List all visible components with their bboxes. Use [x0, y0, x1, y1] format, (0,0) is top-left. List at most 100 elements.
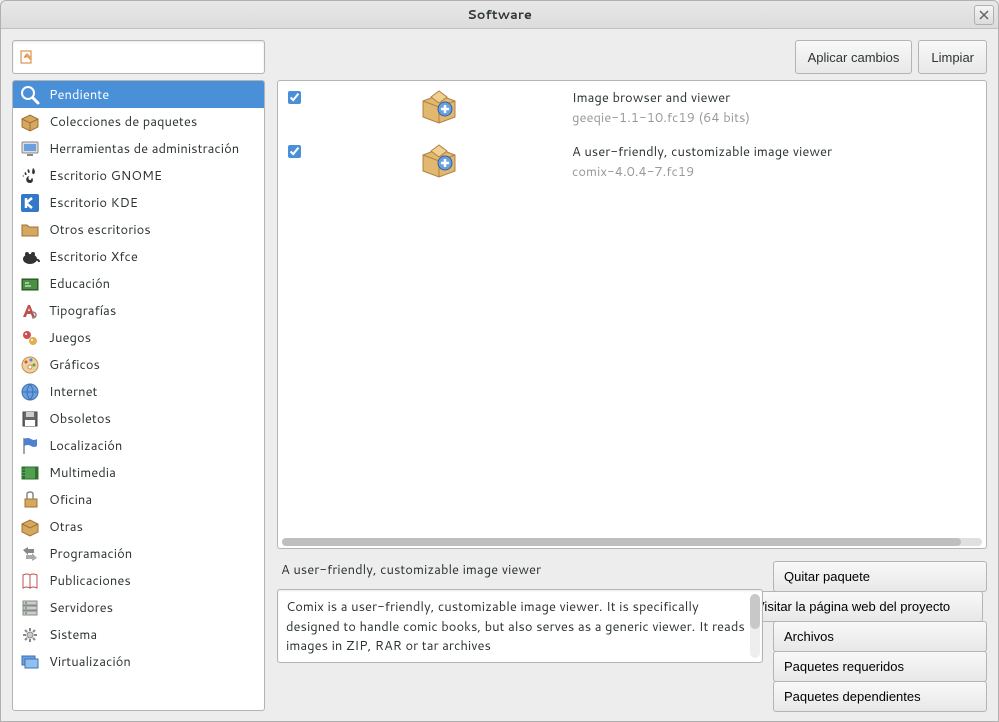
sidebar-item-box[interactable]: Colecciones de paquetes	[13, 108, 264, 135]
sidebar-item-label: Publicaciones	[49, 572, 131, 590]
scrollbar-thumb[interactable]	[282, 538, 961, 546]
sidebar-item-book[interactable]: Publicaciones	[13, 567, 264, 594]
package-checkbox[interactable]	[288, 143, 306, 163]
sidebar-item-graphics[interactable]: Gráficos	[13, 351, 264, 378]
package-list[interactable]: Image browser and viewer geeqie-1.1-10.f…	[277, 80, 987, 549]
sidebar-item-flag[interactable]: Localización	[13, 432, 264, 459]
detail-title: A user-friendly, customizable image view…	[277, 561, 763, 579]
sidebar-item-label: Gráficos	[49, 356, 100, 374]
package-row[interactable]: Image browser and viewer geeqie-1.1-10.f…	[278, 81, 986, 135]
flag-icon	[19, 435, 41, 457]
sidebar-item-dev[interactable]: Programación	[13, 540, 264, 567]
font-icon	[19, 300, 41, 322]
sidebar-item-other[interactable]: Otras	[13, 513, 264, 540]
sidebar-item-search[interactable]: Pendiente	[13, 81, 264, 108]
horizontal-scrollbar[interactable]	[282, 538, 982, 546]
sidebar-item-internet[interactable]: Internet	[13, 378, 264, 405]
detail-panel: A user-friendly, customizable image view…	[277, 561, 987, 711]
search-icon	[19, 84, 41, 106]
sidebar-item-label: Programación	[49, 545, 132, 563]
sidebar-item-label: Educación	[49, 275, 110, 293]
sidebar-item-label: Localización	[49, 437, 122, 455]
apply-changes-button[interactable]: Aplicar cambios	[795, 40, 913, 74]
detail-actions: Quitar paquete Visitar la página web del…	[773, 561, 987, 711]
sidebar-item-label: Escritorio KDE	[49, 194, 138, 212]
sidebar-item-label: Internet	[49, 383, 97, 401]
package-version: geeqie-1.1-10.fc19 (64 bits)	[572, 109, 976, 127]
gnome-icon	[19, 165, 41, 187]
main-panel: Aplicar cambios Limpiar Image browser an…	[275, 29, 998, 722]
sidebar-item-education[interactable]: Educación	[13, 270, 264, 297]
sidebar-item-label: Otros escritorios	[49, 221, 151, 239]
sidebar-item-label: Virtualización	[49, 653, 131, 671]
search-input[interactable]	[12, 40, 265, 74]
required-packages-button[interactable]: Paquetes requeridos	[773, 651, 987, 682]
sidebar-item-label: Herramientas de administración	[49, 140, 239, 158]
detail-body-text: Comix is a user-friendly, customizable i…	[286, 598, 745, 655]
titlebar: Software	[1, 1, 998, 29]
sidebar-item-label: Multimedia	[49, 464, 116, 482]
internet-icon	[19, 381, 41, 403]
sidebar-item-kde[interactable]: Escritorio KDE	[13, 189, 264, 216]
files-button[interactable]: Archivos	[773, 621, 987, 652]
scrollbar-thumb[interactable]	[750, 594, 760, 629]
virtual-icon	[19, 651, 41, 673]
remove-package-button[interactable]: Quitar paquete	[773, 561, 987, 592]
games-icon	[19, 327, 41, 349]
sidebar-item-label: Tipografías	[49, 302, 116, 320]
sidebar-item-label: Servidores	[49, 599, 113, 617]
xfce-icon	[19, 246, 41, 268]
other-icon	[19, 516, 41, 538]
window-title: Software	[467, 6, 532, 24]
clear-button[interactable]: Limpiar	[918, 40, 987, 74]
sidebar-item-multimedia[interactable]: Multimedia	[13, 459, 264, 486]
office-icon	[19, 489, 41, 511]
graphics-icon	[19, 354, 41, 376]
sidebar-item-monitor[interactable]: Herramientas de administración	[13, 135, 264, 162]
package-version: comix-4.0.4-7.fc19	[572, 163, 976, 181]
sidebar-item-virtual[interactable]: Virtualización	[13, 648, 264, 675]
vertical-scrollbar[interactable]	[750, 594, 760, 658]
folder-icon	[19, 219, 41, 241]
package-icon	[314, 89, 564, 125]
sidebar-item-gnome[interactable]: Escritorio GNOME	[13, 162, 264, 189]
close-button[interactable]	[974, 5, 994, 25]
sidebar-item-server[interactable]: Servidores	[13, 594, 264, 621]
box-icon	[19, 111, 41, 133]
visit-project-button[interactable]: Visitar la página web del proyecto	[745, 591, 983, 622]
category-list[interactable]: Pendiente Colecciones de paquetes Herramie…	[12, 80, 265, 711]
sidebar-item-floppy[interactable]: Obsoletos	[13, 405, 264, 432]
sidebar: Pendiente Colecciones de paquetes Herramie…	[1, 29, 275, 722]
package-description: Image browser and viewer	[572, 89, 976, 107]
server-icon	[19, 597, 41, 619]
package-icon	[314, 143, 564, 179]
monitor-icon	[19, 138, 41, 160]
floppy-icon	[19, 408, 41, 430]
sidebar-item-label: Escritorio GNOME	[49, 167, 162, 185]
sidebar-item-label: Pendiente	[49, 86, 109, 104]
sidebar-item-label: Otras	[49, 518, 83, 536]
package-row[interactable]: A user-friendly, customizable image view…	[278, 135, 986, 189]
sidebar-item-label: Oficina	[49, 491, 92, 509]
sidebar-item-font[interactable]: Tipografías	[13, 297, 264, 324]
system-icon	[19, 624, 41, 646]
sidebar-item-label: Colecciones de paquetes	[49, 113, 197, 131]
dependent-packages-button[interactable]: Paquetes dependientes	[773, 681, 987, 712]
package-checkbox[interactable]	[288, 89, 306, 109]
sidebar-item-label: Escritorio Xfce	[49, 248, 138, 266]
education-icon	[19, 273, 41, 295]
sidebar-item-label: Sistema	[49, 626, 97, 644]
sidebar-item-folder[interactable]: Otros escritorios	[13, 216, 264, 243]
toolbar: Aplicar cambios Limpiar	[277, 40, 987, 74]
sidebar-item-games[interactable]: Juegos	[13, 324, 264, 351]
edit-icon	[19, 49, 35, 65]
kde-icon	[19, 192, 41, 214]
sidebar-item-office[interactable]: Oficina	[13, 486, 264, 513]
sidebar-item-system[interactable]: Sistema	[13, 621, 264, 648]
close-icon	[979, 10, 989, 20]
multimedia-icon	[19, 462, 41, 484]
detail-description[interactable]: Comix is a user-friendly, customizable i…	[277, 589, 763, 663]
sidebar-item-xfce[interactable]: Escritorio Xfce	[13, 243, 264, 270]
dev-icon	[19, 543, 41, 565]
book-icon	[19, 570, 41, 592]
